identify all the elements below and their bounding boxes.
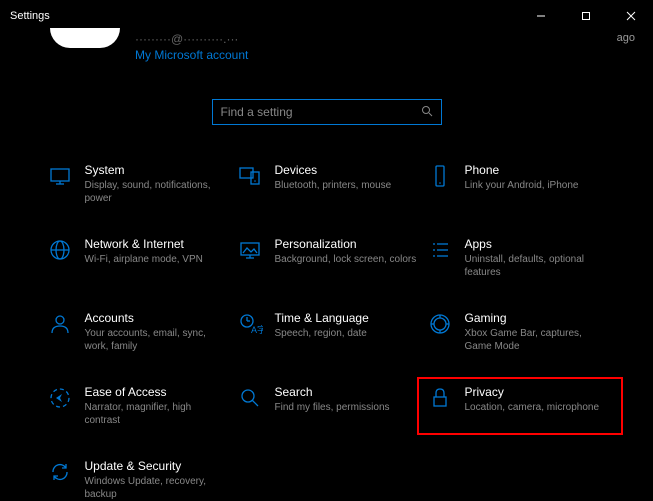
tile-title: Ease of Access [85, 385, 227, 399]
tile-search_tile[interactable]: Search Find my files, permissions [237, 385, 417, 427]
tile-desc: Wi-Fi, airplane mode, VPN [85, 253, 203, 266]
ease-icon [47, 385, 73, 411]
settings-grid: System Display, sound, notifications, pow… [0, 163, 653, 501]
personalization-icon [237, 237, 263, 263]
ago-label: ago [617, 32, 635, 44]
tile-ease[interactable]: Ease of Access Narrator, magnifier, high … [47, 385, 227, 427]
tile-desc: Your accounts, email, sync, work, family [85, 327, 227, 353]
tile-title: Devices [275, 163, 392, 177]
devices-icon [237, 163, 263, 189]
content-area: System Display, sound, notifications, pow… [0, 77, 653, 501]
tile-desc: Windows Update, recovery, backup [85, 475, 227, 501]
tile-desc: Uninstall, defaults, optional features [465, 253, 607, 279]
account-email: ·········@··········.··· [135, 32, 248, 46]
tile-title: Accounts [85, 311, 227, 325]
search-input[interactable] [221, 105, 421, 119]
tile-title: Phone [465, 163, 579, 177]
ms-account-link[interactable]: My Microsoft account [135, 48, 248, 62]
tile-title: Time & Language [275, 311, 369, 325]
tile-desc: Find my files, permissions [275, 401, 390, 414]
gaming-icon [427, 311, 453, 337]
tile-title: Personalization [275, 237, 417, 251]
tile-accounts[interactable]: Accounts Your accounts, email, sync, work… [47, 311, 227, 353]
tile-gaming[interactable]: Gaming Xbox Game Bar, captures, Game Mode [427, 311, 607, 353]
tile-desc: Xbox Game Bar, captures, Game Mode [465, 327, 607, 353]
tile-title: Update & Security [85, 459, 227, 473]
tile-title: Network & Internet [85, 237, 203, 251]
update-icon [47, 459, 73, 485]
window-title: Settings [10, 10, 518, 22]
tile-desc: Speech, region, date [275, 327, 369, 340]
tile-desc: Background, lock screen, colors [275, 253, 417, 266]
search-icon [421, 105, 433, 120]
tile-phone[interactable]: Phone Link your Android, iPhone [427, 163, 607, 205]
tile-time[interactable]: A字 Time & Language Speech, region, date [237, 311, 417, 353]
account-header: ·········@··········.··· My Microsoft ac… [0, 32, 653, 77]
privacy-icon [427, 385, 453, 411]
search_tile-icon [237, 385, 263, 411]
search-box[interactable] [212, 99, 442, 125]
svg-text:A字: A字 [251, 324, 263, 335]
minimize-button[interactable] [518, 0, 563, 32]
tile-title: System [85, 163, 227, 177]
avatar [50, 28, 120, 48]
tile-desc: Location, camera, microphone [465, 401, 600, 414]
tile-desc: Bluetooth, printers, mouse [275, 179, 392, 192]
tile-desc: Link your Android, iPhone [465, 179, 579, 192]
apps-icon [427, 237, 453, 263]
tile-title: Privacy [465, 385, 600, 399]
tile-title: Gaming [465, 311, 607, 325]
tile-privacy[interactable]: Privacy Location, camera, microphone [427, 385, 607, 427]
tile-title: Apps [465, 237, 607, 251]
maximize-button[interactable] [563, 0, 608, 32]
time-icon: A字 [237, 311, 263, 337]
tile-personalization[interactable]: Personalization Background, lock screen, … [237, 237, 417, 279]
tile-network[interactable]: Network & Internet Wi-Fi, airplane mode, … [47, 237, 227, 279]
system-icon [47, 163, 73, 189]
close-button[interactable] [608, 0, 653, 32]
tile-devices[interactable]: Devices Bluetooth, printers, mouse [237, 163, 417, 205]
phone-icon [427, 163, 453, 189]
tile-update[interactable]: Update & Security Windows Update, recover… [47, 459, 227, 501]
accounts-icon [47, 311, 73, 337]
tile-apps[interactable]: Apps Uninstall, defaults, optional featur… [427, 237, 607, 279]
tile-desc: Display, sound, notifications, power [85, 179, 227, 205]
window-controls [518, 0, 653, 32]
tile-system[interactable]: System Display, sound, notifications, pow… [47, 163, 227, 205]
tile-title: Search [275, 385, 390, 399]
tile-desc: Narrator, magnifier, high contrast [85, 401, 227, 427]
network-icon [47, 237, 73, 263]
